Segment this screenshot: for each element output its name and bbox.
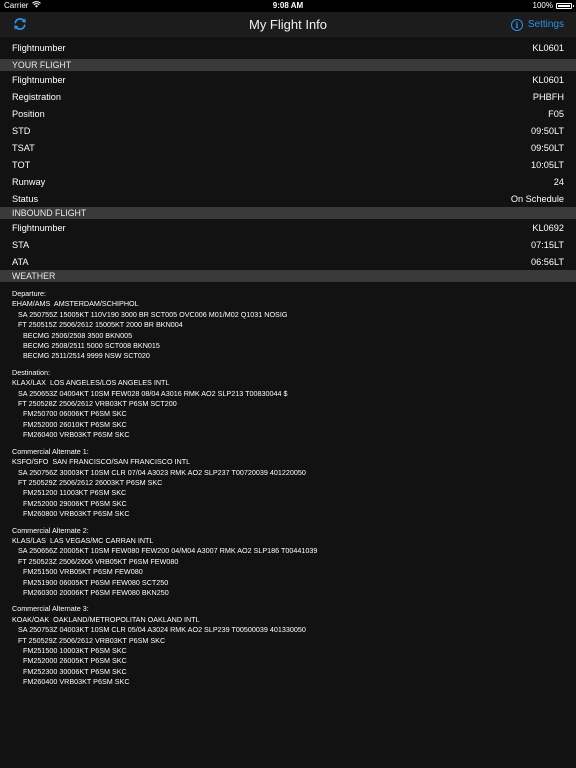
weather-title: Commercial Alternate 1: <box>12 446 89 456</box>
weather-block-alternate-1: Commercial Alternate 1: KSFO/SFO SAN FRA… <box>12 447 564 520</box>
table-row: Registration PHBFH <box>0 88 576 105</box>
weather-forecast-line: BECMG 2508/2511 5000 SCT008 BKN015 <box>23 341 160 351</box>
row-label: STD <box>12 125 31 136</box>
weather-forecast-line: FM260300 20006KT P6SM FEW080 BKN250 <box>23 587 169 597</box>
row-value: On Schedule <box>510 193 564 204</box>
weather-taf: FT 250528Z 2506/2612 VRB03KT P6SM SCT200 <box>18 399 177 409</box>
weather-block-departure: Departure: EHAM/AMS AMSTERDAM/SCHIPHOL S… <box>12 289 564 362</box>
weather-metar: SA 250756Z 30003KT 10SM CLR 07/04 A3023 … <box>18 467 306 477</box>
row-value: 06:56LT <box>530 256 564 267</box>
row-label: Status <box>12 193 39 204</box>
battery-icon <box>556 3 574 9</box>
weather-forecast-line: FM260800 VRB03KT P6SM SKC <box>23 509 130 519</box>
weather-station: KOAK/OAK OAKLAND/METROPOLITAN OAKLAND IN… <box>12 614 200 624</box>
table-row: TOT 10:05LT <box>0 156 576 173</box>
weather-station: EHAM/AMS AMSTERDAM/SCHIPHOL <box>12 299 139 309</box>
status-time: 9:08 AM <box>272 1 304 10</box>
status-right: 100% <box>532 0 574 12</box>
weather-station: KLAS/LAS LAS VEGAS/MC CARRAN INTL <box>12 535 154 545</box>
weather-forecast-line: FM260400 VRB03KT P6SM SKC <box>23 430 130 440</box>
table-row: Flightnumber KL0692 <box>0 219 576 236</box>
weather-forecast-line: FM252000 26010KT P6SM SKC <box>23 419 127 429</box>
weather-taf: FT 250529Z 2506/2612 VRB03KT P6SM SKC <box>18 635 166 645</box>
table-row: Status On Schedule <box>0 190 576 207</box>
table-row: STD 09:50LT <box>0 122 576 139</box>
weather-title: Destination: <box>12 367 50 377</box>
row-value: 07:15LT <box>530 239 564 250</box>
weather-metar: SA 250653Z 04004KT 10SM FEW028 08/04 A30… <box>18 388 288 398</box>
weather-metar: SA 250755Z 15005KT 110V190 3000 BR SCT00… <box>18 309 288 319</box>
row-label: Flightnumber <box>12 74 66 85</box>
row-label: TSAT <box>12 142 35 153</box>
page-title: My Flight Info <box>248 17 328 32</box>
weather-station: KSFO/SFO SAN FRANCISCO/SAN FRANCISCO INT… <box>12 457 191 467</box>
settings-button[interactable]: i Settings <box>510 12 564 37</box>
row-label: ATA <box>12 256 29 267</box>
row-label: Flightnumber <box>12 222 66 233</box>
row-label: STA <box>12 239 30 250</box>
row-label: Registration <box>12 91 62 102</box>
weather-metar: SA 250656Z 20005KT 10SM FEW080 FEW200 04… <box>18 546 318 556</box>
weather-forecast-line: FM251500 VRB05KT P6SM FEW080 <box>23 567 143 577</box>
row-label: TOT <box>12 159 31 170</box>
row-label: Flightnumber <box>12 43 66 53</box>
weather-title: Commercial Alternate 3: <box>12 604 89 614</box>
weather-forecast-line: FM251500 10003KT P6SM SKC <box>23 646 127 655</box>
status-bar: Carrier 9:08 AM 100% <box>0 0 576 12</box>
table-row: STA 07:15LT <box>0 236 576 253</box>
weather-forecast-line: FM260400 VRB03KT P6SM SKC <box>23 677 130 687</box>
weather-forecast-line: FM252000 26005KT P6SM SKC <box>23 656 127 666</box>
weather-forecast-line: BECMG 2511/2514 9999 NSW SCT020 <box>23 351 150 361</box>
weather-forecast-line: FM251200 11003KT P6SM SKC <box>23 488 127 498</box>
settings-label: Settings <box>527 19 564 30</box>
table-row: TSAT 09:50LT <box>0 139 576 156</box>
weather-section: Departure: EHAM/AMS AMSTERDAM/SCHIPHOL S… <box>0 282 576 688</box>
row-value: KL0601 <box>532 43 564 53</box>
battery-percent: 100% <box>532 1 553 10</box>
weather-station: KLAX/LAX LOS ANGELES/LOS ANGELES INTL <box>12 378 170 388</box>
refresh-icon <box>14 17 26 31</box>
weather-block-alternate-3: Commercial Alternate 3: KOAK/OAK OAKLAND… <box>12 604 564 687</box>
row-value: 09:50LT <box>530 125 564 136</box>
weather-taf: FT 250515Z 2506/2612 15005KT 2000 BR BKN… <box>18 320 183 330</box>
weather-title: Commercial Alternate 2: <box>12 525 89 535</box>
section-header-weather: WEATHER <box>0 270 576 282</box>
refresh-button[interactable] <box>12 16 28 32</box>
your-flight-section: Flightnumber KL0601 Registration PHBFH Pos… <box>0 71 576 207</box>
row-label: Position <box>12 108 45 119</box>
row-value: 10:05LT <box>530 159 564 170</box>
flight-info-content: Flightnumber KL0601 YOUR FLIGHT Flightnu… <box>0 37 576 694</box>
weather-title: Departure: <box>12 289 46 298</box>
inbound-flight-section: Flightnumber KL0692 STA 07:15LT ATA 06:56LT <box>0 219 576 270</box>
table-row: ATA 06:56LT <box>0 253 576 270</box>
weather-forecast-line: FM250700 06006KT P6SM SKC <box>23 409 127 419</box>
row-value: PHBFH <box>532 91 564 102</box>
row-value: F05 <box>548 108 564 119</box>
row-value: 09:50LT <box>530 142 564 153</box>
table-row: Position F05 <box>0 105 576 122</box>
row-value: 24 <box>553 176 564 187</box>
section-header-your-flight: YOUR FLIGHT <box>0 59 576 71</box>
weather-forecast-line: FM252300 30006KT P6SM SKC <box>23 666 127 676</box>
row-label: Runway <box>12 176 46 187</box>
weather-taf: FT 250529Z 2506/2612 26003KT P6SM SKC <box>18 477 163 487</box>
top-flightnumber-row: Flightnumber KL0601 <box>0 37 576 59</box>
row-value: KL0601 <box>532 74 564 85</box>
table-row: Flightnumber KL0601 <box>0 71 576 88</box>
table-row: Runway 24 <box>0 173 576 190</box>
navigation-bar: My Flight Info i Settings <box>0 12 576 37</box>
weather-metar: SA 250753Z 04003KT 10SM CLR 05/04 A3024 … <box>18 625 306 635</box>
row-value: KL0692 <box>532 222 564 233</box>
weather-forecast-line: FM252000 29006KT P6SM SKC <box>23 498 127 508</box>
weather-block-destination: Destination: KLAX/LAX LOS ANGELES/LOS AN… <box>12 368 564 441</box>
weather-forecast-line: BECMG 2506/2508 3500 BKN005 <box>23 330 133 340</box>
weather-block-alternate-2: Commercial Alternate 2: KLAS/LAS LAS VEG… <box>12 526 564 599</box>
weather-taf: FT 250523Z 2506/2606 VRB05KT P6SM FEW080 <box>18 556 179 566</box>
weather-forecast-line: FM251900 06005KT P6SM FEW080 SCT250 <box>23 577 169 587</box>
section-header-inbound-flight: INBOUND FLIGHT <box>0 207 576 219</box>
info-icon: i <box>510 18 523 31</box>
battery-fill <box>558 5 570 7</box>
